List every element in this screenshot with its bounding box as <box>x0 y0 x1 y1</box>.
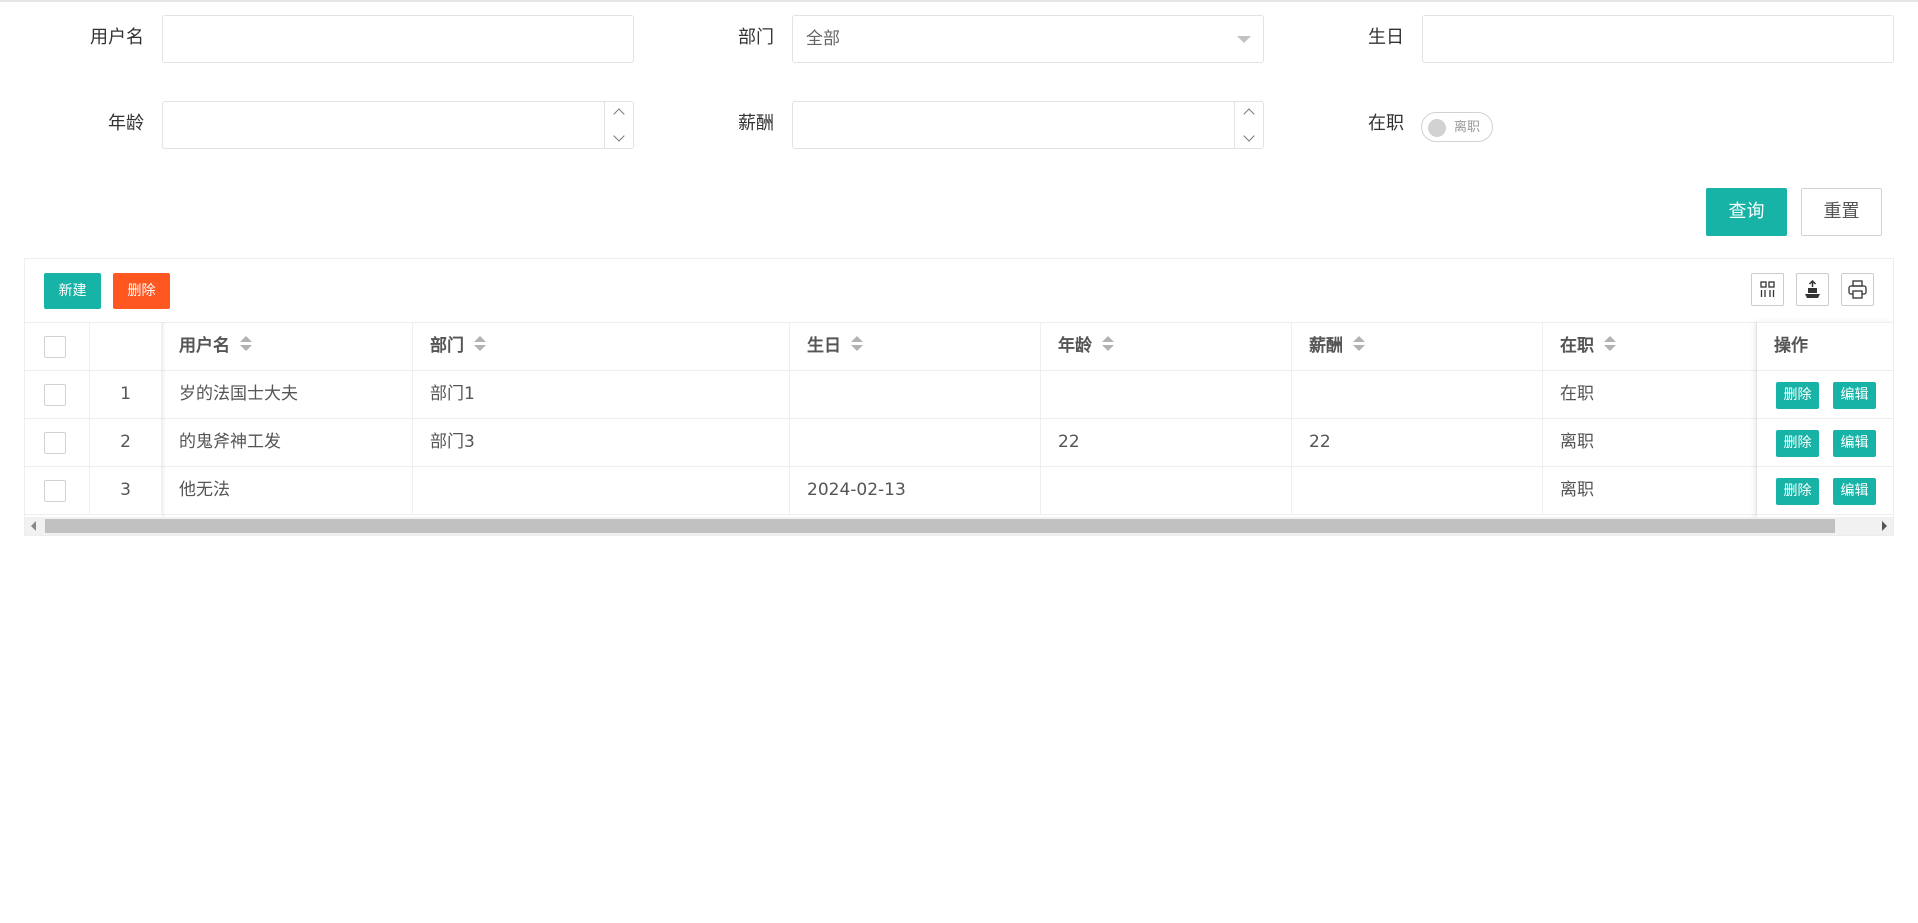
table-header-row: 用户名 部门 生日 年龄 薪酬 在职 <box>25 322 1893 371</box>
cell-dept: 部门3 <box>413 419 790 467</box>
row-delete-button[interactable]: 删除 <box>1776 382 1819 409</box>
row-index: 2 <box>90 419 162 467</box>
cell-dept <box>413 467 790 515</box>
cell-salary <box>1292 371 1543 419</box>
salary-input[interactable] <box>792 101 1264 149</box>
row-edit-button[interactable]: 编辑 <box>1833 382 1876 409</box>
row-delete-button[interactable]: 删除 <box>1776 430 1819 457</box>
header-employed-label: 在职 <box>1560 336 1594 356</box>
chevron-up-icon[interactable] <box>605 102 633 125</box>
operations-cell: 删除 编辑 <box>1757 418 1893 466</box>
operations-cell: 删除 编辑 <box>1757 370 1893 418</box>
employed-label: 在职 <box>1368 113 1404 134</box>
cell-employed: 离职 <box>1543 419 1757 467</box>
chevron-down-icon[interactable] <box>1235 125 1263 148</box>
header-salary[interactable]: 薪酬 <box>1292 323 1543 371</box>
cell-username: 的鬼斧神工发 <box>162 419 413 467</box>
username-input[interactable] <box>162 15 634 63</box>
sort-icon[interactable] <box>1102 336 1114 352</box>
row-checkbox-cell <box>25 371 90 419</box>
select-all-checkbox[interactable] <box>44 336 66 358</box>
row-index: 3 <box>90 467 162 515</box>
switch-knob <box>1428 119 1446 137</box>
operations-column: 操作 删除 编辑 删除 编辑 删除 编辑 <box>1757 322 1893 532</box>
dept-select-value: 全部 <box>806 29 840 49</box>
header-employed[interactable]: 在职 <box>1543 323 1757 371</box>
cell-birthday <box>790 419 1041 467</box>
header-birthday-label: 生日 <box>807 336 841 356</box>
row-checkbox-cell <box>25 419 90 467</box>
scrollbar-thumb[interactable] <box>45 519 1835 533</box>
columns-icon[interactable] <box>1751 273 1784 306</box>
cell-age <box>1041 467 1292 515</box>
dept-label: 部门 <box>738 27 774 48</box>
cell-username: 岁的法国士大夫 <box>162 371 413 419</box>
cell-username: 他无法 <box>162 467 413 515</box>
fixed-column-shadow <box>162 322 166 532</box>
sort-icon[interactable] <box>474 336 486 352</box>
age-label: 年龄 <box>108 113 144 134</box>
header-dept[interactable]: 部门 <box>413 323 790 371</box>
table-row[interactable]: 3 他无法 2024-02-13 离职 <box>25 466 1893 515</box>
scroll-left-icon[interactable] <box>31 521 36 531</box>
new-button[interactable]: 新建 <box>44 273 101 309</box>
header-operations: 操作 <box>1757 322 1893 370</box>
header-checkbox-cell <box>25 323 90 371</box>
cell-employed: 离职 <box>1543 467 1757 515</box>
birthday-label: 生日 <box>1368 27 1404 48</box>
sort-icon[interactable] <box>851 336 863 352</box>
cell-dept: 部门1 <box>413 371 790 419</box>
sort-icon[interactable] <box>240 336 252 352</box>
row-edit-button[interactable]: 编辑 <box>1833 430 1876 457</box>
table-row[interactable]: 1 岁的法国士大夫 部门1 在职 <box>25 370 1893 419</box>
employed-switch-text: 离职 <box>1454 120 1481 135</box>
query-button[interactable]: 查询 <box>1706 188 1787 236</box>
header-birthday[interactable]: 生日 <box>790 323 1041 371</box>
header-username[interactable]: 用户名 <box>162 323 413 371</box>
header-username-label: 用户名 <box>179 336 230 356</box>
row-checkbox[interactable] <box>44 480 66 502</box>
sort-icon[interactable] <box>1604 336 1616 352</box>
horizontal-scrollbar[interactable] <box>25 517 1893 535</box>
header-index-cell <box>90 323 162 371</box>
cell-age <box>1041 371 1292 419</box>
row-delete-button[interactable]: 删除 <box>1776 478 1819 505</box>
sort-icon[interactable] <box>1353 336 1365 352</box>
table-panel: 新建 删除 用户名 部门 生日 年龄 薪酬 在职 1 岁的法国士大夫 部门1 在… <box>24 258 1894 536</box>
caret-down-icon <box>1237 36 1251 43</box>
row-edit-button[interactable]: 编辑 <box>1833 478 1876 505</box>
reset-button[interactable]: 重置 <box>1801 188 1882 236</box>
row-checkbox-cell <box>25 467 90 515</box>
cell-birthday: 2024-02-13 <box>790 467 1041 515</box>
salary-stepper <box>1234 102 1263 148</box>
age-input[interactable] <box>162 101 634 149</box>
print-icon[interactable] <box>1841 273 1874 306</box>
delete-button[interactable]: 删除 <box>113 273 170 309</box>
operations-cell: 删除 编辑 <box>1757 466 1893 515</box>
row-index: 1 <box>90 371 162 419</box>
scroll-right-icon[interactable] <box>1882 521 1887 531</box>
cell-age: 22 <box>1041 419 1292 467</box>
header-dept-label: 部门 <box>430 336 464 356</box>
birthday-input[interactable] <box>1422 15 1894 63</box>
header-age-label: 年龄 <box>1058 336 1092 356</box>
age-stepper <box>604 102 633 148</box>
row-checkbox[interactable] <box>44 384 66 406</box>
search-form: 用户名 部门 全部 生日 年龄 薪酬 在职 离职 查询 重置 <box>0 0 1918 250</box>
header-age[interactable]: 年龄 <box>1041 323 1292 371</box>
chevron-up-icon[interactable] <box>1235 102 1263 125</box>
username-label: 用户名 <box>90 27 144 48</box>
export-icon[interactable] <box>1796 273 1829 306</box>
cell-birthday <box>790 371 1041 419</box>
employed-switch[interactable]: 离职 <box>1421 112 1493 142</box>
dept-select[interactable]: 全部 <box>792 15 1264 63</box>
table-row[interactable]: 2 的鬼斧神工发 部门3 22 22 离职 <box>25 418 1893 467</box>
cell-salary <box>1292 467 1543 515</box>
salary-label: 薪酬 <box>738 113 774 134</box>
row-checkbox[interactable] <box>44 432 66 454</box>
cell-employed: 在职 <box>1543 371 1757 419</box>
cell-salary: 22 <box>1292 419 1543 467</box>
header-salary-label: 薪酬 <box>1309 336 1343 356</box>
chevron-down-icon[interactable] <box>605 125 633 148</box>
